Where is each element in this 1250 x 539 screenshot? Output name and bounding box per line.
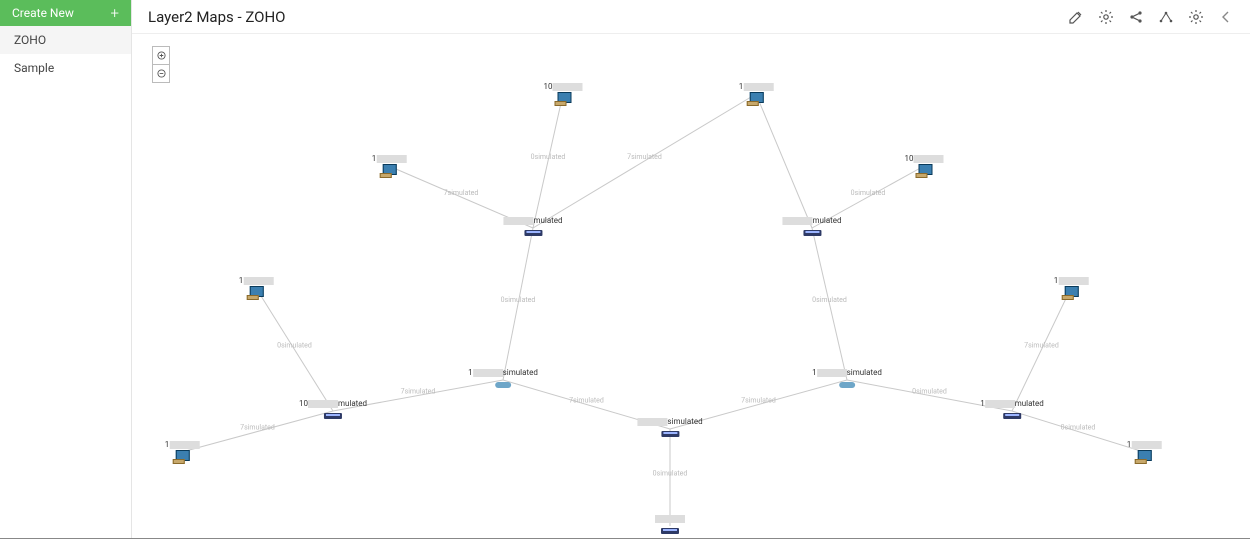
node-label: 1 — [1054, 276, 1089, 285]
node-n4[interactable]: 10 — [905, 154, 944, 178]
node-label: 10 — [544, 82, 583, 91]
node-n6[interactable]: mulated — [782, 216, 841, 240]
edge-label: 7simulated — [240, 424, 275, 432]
edge-label: 7simulated — [569, 397, 604, 405]
map-canvas[interactable]: 0simulated 7simulated 7simulated 0simulated… — [132, 34, 1250, 539]
edge-label: 0simulated — [1061, 424, 1096, 432]
edge[interactable] — [756, 94, 812, 228]
node-label: 1 — [739, 82, 774, 91]
share-icon[interactable] — [1128, 9, 1144, 25]
node-n13[interactable]: 1 — [165, 440, 200, 464]
node-n3[interactable]: 1 — [372, 154, 407, 178]
edge[interactable] — [533, 94, 563, 228]
edge-label: 7simulated — [741, 397, 776, 405]
edge-label: 0simulated — [812, 296, 847, 304]
chevron-left-icon[interactable] — [1218, 9, 1234, 25]
pc-icon — [1062, 286, 1080, 300]
node-n1[interactable]: 10 — [544, 82, 583, 106]
pc-icon — [380, 164, 398, 178]
router-icon — [494, 378, 512, 392]
edge[interactable] — [256, 288, 333, 411]
settings-icon[interactable] — [1188, 9, 1204, 25]
pc-icon — [1135, 450, 1153, 464]
sidebar: Create New + ZOHOSample — [0, 0, 132, 539]
sidebar-item-sample[interactable]: Sample — [0, 54, 131, 82]
map-list: ZOHOSample — [0, 26, 131, 82]
node-label: 1simulated — [812, 368, 882, 377]
node-label: 1simulated — [468, 368, 538, 377]
node-label: mulated — [782, 216, 841, 225]
pc-icon — [173, 450, 191, 464]
pc-icon — [554, 92, 572, 106]
edge-label: 7simulated — [401, 388, 436, 396]
node-label: 1 — [239, 276, 274, 285]
switch-icon — [524, 226, 542, 240]
sidebar-item-zoho[interactable]: ZOHO — [0, 26, 131, 54]
node-n11[interactable]: 1simulated — [812, 368, 882, 392]
topology-icon[interactable] — [1158, 9, 1174, 25]
node-label: simulated — [637, 417, 702, 426]
node-label: 1 — [165, 440, 200, 449]
node-n16[interactable] — [655, 514, 685, 538]
node-label: 10mulated — [299, 399, 367, 408]
node-label — [655, 514, 685, 523]
edge[interactable] — [503, 228, 533, 380]
plus-icon: + — [111, 4, 119, 22]
edge-label: 0simulated — [501, 296, 536, 304]
edge-label: 0simulated — [277, 342, 312, 350]
node-n8[interactable]: 1 — [1054, 276, 1089, 300]
header: Layer2 Maps - ZOHO — [132, 0, 1250, 34]
edge-label: 0simulated — [653, 470, 688, 478]
node-label: 1 — [372, 154, 407, 163]
node-n5[interactable]: mulated — [503, 216, 562, 240]
edge-label: 7simulated — [1024, 342, 1059, 350]
gear-icon[interactable] — [1098, 9, 1114, 25]
edge-label: 0simulated — [531, 153, 566, 161]
switch-icon — [1003, 409, 1021, 423]
edge[interactable] — [1012, 288, 1071, 411]
node-n7[interactable]: 1 — [239, 276, 274, 300]
node-label: 1 — [1127, 440, 1162, 449]
page-title: Layer2 Maps - ZOHO — [148, 8, 285, 26]
edge-label: 7simulated — [627, 153, 662, 161]
switch-icon — [661, 427, 679, 441]
switch-icon — [803, 226, 821, 240]
node-n10[interactable]: 10mulated — [299, 399, 367, 423]
pc-icon — [247, 286, 265, 300]
node-n9[interactable]: 1simulated — [468, 368, 538, 392]
node-n14[interactable]: 1 — [1127, 440, 1162, 464]
create-new-label: Create New — [12, 6, 74, 20]
switch-icon — [324, 409, 342, 423]
edge[interactable] — [533, 94, 756, 228]
edge-label: 0simulated — [851, 189, 886, 197]
pc-icon — [915, 164, 933, 178]
node-n2[interactable]: 1 — [739, 82, 774, 106]
edge-label: 7simulated — [444, 189, 479, 197]
node-n12[interactable]: 1mulated — [980, 399, 1044, 423]
edit-icon[interactable] — [1068, 9, 1084, 25]
create-new-button[interactable]: Create New + — [0, 0, 131, 26]
node-label: 1mulated — [980, 399, 1044, 408]
edge-label: 0simulated — [912, 388, 947, 396]
router-icon — [838, 378, 856, 392]
node-label: 10 — [905, 154, 944, 163]
pc-icon — [747, 92, 765, 106]
edge[interactable] — [812, 228, 847, 380]
node-n15[interactable]: simulated — [637, 417, 702, 441]
node-label: mulated — [503, 216, 562, 225]
switch-icon — [661, 524, 679, 538]
toolbar — [1068, 9, 1234, 25]
